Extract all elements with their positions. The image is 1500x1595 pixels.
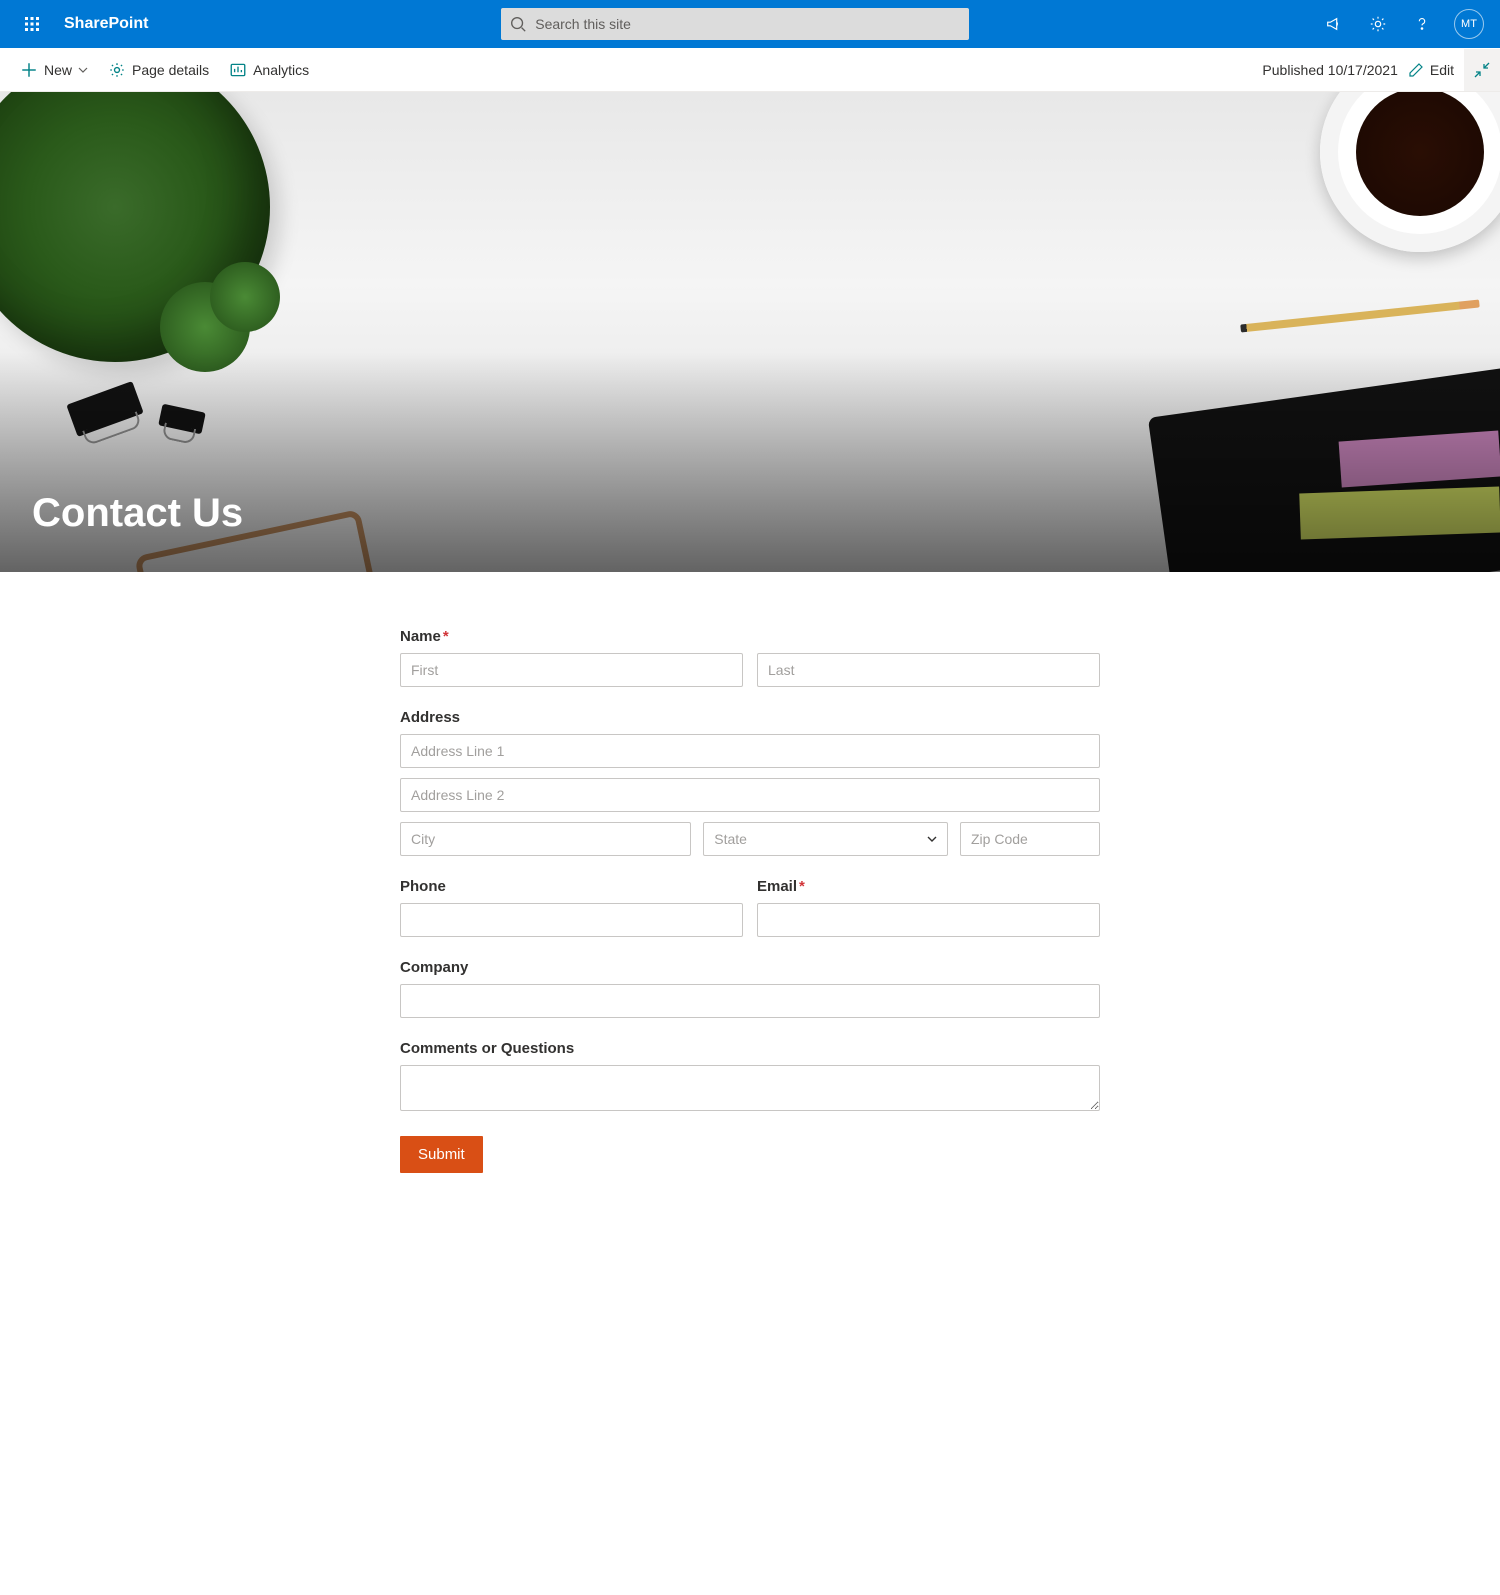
- brand-link[interactable]: SharePoint: [56, 15, 156, 33]
- edit-button[interactable]: Edit: [1408, 62, 1454, 78]
- search-input[interactable]: [535, 16, 961, 32]
- required-marker: *: [799, 878, 805, 895]
- help-button[interactable]: [1402, 0, 1442, 48]
- search-box[interactable]: [501, 8, 969, 40]
- email-label: Email*: [757, 878, 1100, 895]
- comments-textarea[interactable]: [400, 1065, 1100, 1111]
- new-label: New: [44, 62, 72, 78]
- last-name-input[interactable]: [757, 653, 1100, 687]
- app-launcher-button[interactable]: [8, 0, 56, 48]
- hero-banner: Contact Us: [0, 92, 1500, 572]
- pencil-icon: [1408, 62, 1424, 78]
- hero-decoration-plant: [0, 92, 270, 362]
- hero-decoration-clip: [158, 404, 206, 435]
- command-bar-left: New Page details Analytics: [16, 57, 313, 83]
- company-input[interactable]: [400, 984, 1100, 1018]
- collapse-icon: [1474, 62, 1490, 78]
- hero-decoration-cup: [1320, 92, 1500, 252]
- megaphone-button[interactable]: [1314, 0, 1354, 48]
- suite-header-right: MT: [1314, 0, 1492, 48]
- new-button[interactable]: New: [16, 57, 92, 83]
- field-address: Address State: [400, 709, 1100, 856]
- page-title: Contact Us: [32, 491, 243, 536]
- collapse-button[interactable]: [1464, 49, 1500, 91]
- published-text: Published 10/17/2021: [1262, 62, 1397, 78]
- command-bar-right: Published 10/17/2021 Edit: [1262, 49, 1484, 91]
- hero-decoration-clip: [66, 381, 143, 437]
- phone-label: Phone: [400, 878, 743, 895]
- state-select-wrap: State: [703, 822, 948, 856]
- submit-button[interactable]: Submit: [400, 1136, 483, 1173]
- help-icon: [1413, 15, 1431, 33]
- waffle-icon: [24, 16, 40, 32]
- address-line2-input[interactable]: [400, 778, 1100, 812]
- search-region: [156, 8, 1314, 40]
- command-bar: New Page details Analytics Published 10/…: [0, 48, 1500, 92]
- page-details-button[interactable]: Page details: [104, 57, 213, 83]
- field-comments: Comments or Questions: [400, 1040, 1100, 1114]
- address-line1-input[interactable]: [400, 734, 1100, 768]
- gear-icon: [108, 61, 126, 79]
- hero-decoration-sticky: [1299, 487, 1500, 540]
- hero-decoration-notebook: [1148, 368, 1500, 572]
- gear-icon: [1369, 15, 1387, 33]
- address-label: Address: [400, 709, 1100, 726]
- phone-input[interactable]: [400, 903, 743, 937]
- analytics-label: Analytics: [253, 62, 309, 78]
- chevron-down-icon: [78, 65, 88, 75]
- zip-input[interactable]: [960, 822, 1100, 856]
- plus-icon: [20, 61, 38, 79]
- email-input[interactable]: [757, 903, 1100, 937]
- page-details-label: Page details: [132, 62, 209, 78]
- settings-button[interactable]: [1358, 0, 1398, 48]
- analytics-button[interactable]: Analytics: [225, 57, 313, 83]
- comments-label: Comments or Questions: [400, 1040, 1100, 1057]
- search-icon: [509, 15, 527, 33]
- field-name: Name*: [400, 628, 1100, 687]
- first-name-input[interactable]: [400, 653, 743, 687]
- required-marker: *: [443, 628, 449, 645]
- hero-decoration-pencil: [1240, 299, 1480, 332]
- suite-header: SharePoint MT: [0, 0, 1500, 48]
- account-avatar[interactable]: MT: [1454, 9, 1484, 39]
- city-input[interactable]: [400, 822, 691, 856]
- field-phone-email: Phone Email*: [400, 878, 1100, 937]
- analytics-icon: [229, 61, 247, 79]
- state-select[interactable]: State: [703, 822, 948, 856]
- edit-label: Edit: [1430, 62, 1454, 78]
- megaphone-icon: [1325, 15, 1343, 33]
- field-company: Company: [400, 959, 1100, 1018]
- company-label: Company: [400, 959, 1100, 976]
- name-label: Name*: [400, 628, 1100, 645]
- contact-form: Name* Address State Phone: [390, 628, 1110, 1173]
- hero-decoration-sticky: [1339, 430, 1500, 487]
